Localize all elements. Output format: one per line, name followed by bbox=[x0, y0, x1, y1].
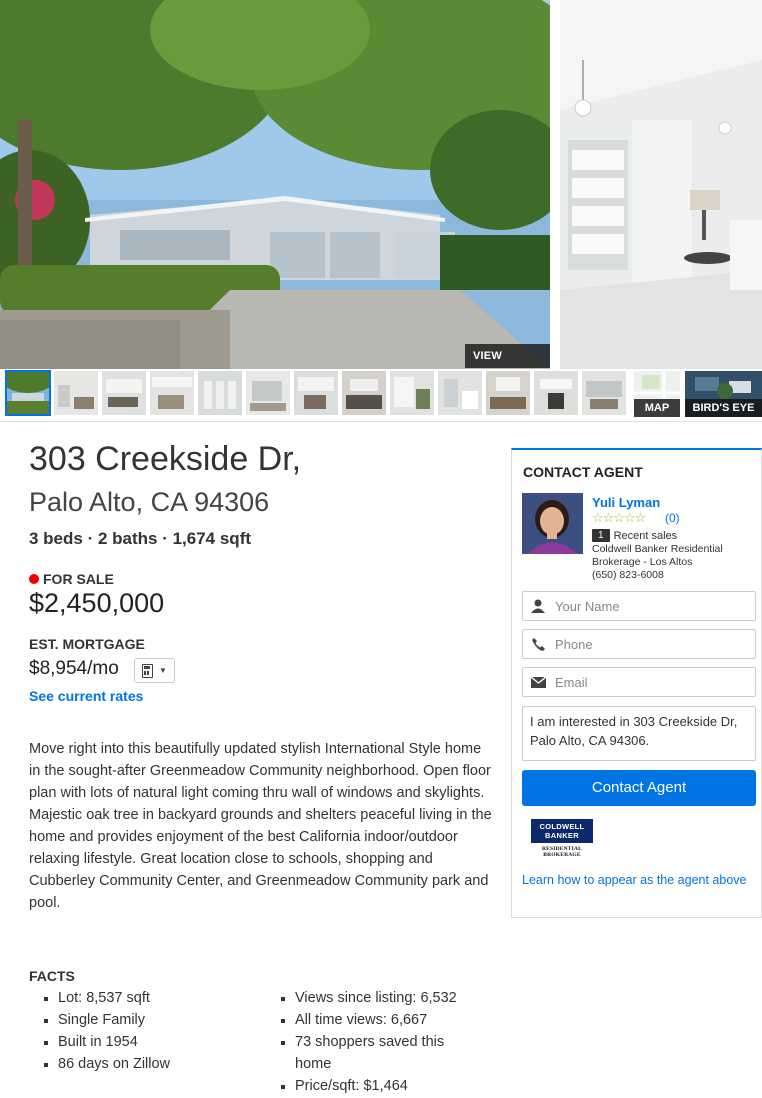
phone-input[interactable] bbox=[555, 636, 745, 652]
thumbnail-photo[interactable] bbox=[294, 371, 338, 415]
facts-list-left: Lot: 8,537 sqft Single Family Built in 1… bbox=[42, 987, 242, 1075]
thumbnail-photo[interactable] bbox=[150, 371, 194, 415]
view-larger-button[interactable]: VIEW LARGER bbox=[465, 344, 550, 368]
thumbnail-photo[interactable] bbox=[582, 371, 626, 415]
secondary-listing-photo[interactable]: › bbox=[560, 0, 762, 369]
main-listing-photo[interactable]: VIEW LARGER bbox=[0, 0, 550, 369]
thumbnail-strip: MAP BIRD'S EYE bbox=[0, 369, 762, 419]
agent-portrait-icon bbox=[522, 493, 583, 554]
fact-item: Views since listing: 6,532 bbox=[279, 987, 479, 1009]
birds-eye-tab[interactable]: BIRD'S EYE bbox=[685, 371, 762, 417]
thumbnail-photo[interactable] bbox=[102, 371, 146, 415]
thumbnail-photo[interactable] bbox=[342, 371, 386, 415]
interior-photo bbox=[560, 0, 762, 369]
house-exterior-photo bbox=[0, 0, 550, 369]
photo-gallery: VIEW LARGER › bbox=[0, 0, 762, 369]
recent-sales: 1 Recent sales bbox=[592, 529, 677, 542]
listing-price: $2,450,000 bbox=[29, 588, 165, 618]
agent-name-link[interactable]: Yuli Lyman bbox=[592, 495, 660, 510]
status-label: FOR SALE bbox=[43, 571, 114, 587]
phone-field[interactable] bbox=[522, 629, 756, 659]
thumbnail-photo[interactable] bbox=[486, 371, 530, 415]
logo-subtitle: RESIDENTIAL BROKERAGE bbox=[541, 846, 583, 858]
see-current-rates-link[interactable]: See current rates bbox=[29, 688, 143, 704]
map-tab[interactable]: MAP bbox=[634, 371, 680, 417]
thumbnail-photo[interactable] bbox=[5, 370, 51, 416]
mortgage-calculator-button[interactable]: ▼ bbox=[134, 658, 175, 683]
contact-agent-heading: CONTACT AGENT bbox=[523, 464, 643, 480]
contact-agent-panel: CONTACT AGENT Yuli Lyman ☆☆☆☆☆ (0) 1 Rec… bbox=[511, 448, 762, 918]
agent-brokerage-info: Coldwell Banker Residential Brokerage - … bbox=[592, 543, 752, 582]
thumbnail-photo[interactable] bbox=[534, 371, 578, 415]
fact-item: Lot: 8,537 sqft bbox=[42, 987, 242, 1009]
email-input[interactable] bbox=[555, 674, 745, 690]
email-field[interactable] bbox=[522, 667, 756, 697]
thumbnail-photo[interactable] bbox=[390, 371, 434, 415]
review-count-link[interactable]: (0) bbox=[665, 511, 680, 525]
phone-icon bbox=[530, 636, 546, 652]
thumbnail-photo[interactable] bbox=[54, 371, 98, 415]
learn-appear-as-agent-link[interactable]: Learn how to appear as the agent above bbox=[522, 871, 752, 890]
calculator-icon bbox=[142, 663, 154, 678]
coldwell-banker-logo: COLDWELL BANKER RESIDENTIAL BROKERAGE bbox=[531, 819, 593, 858]
street-address: 303 Creekside Dr, bbox=[29, 440, 302, 478]
fact-item: Single Family bbox=[42, 1009, 242, 1031]
status-badge: FOR SALE bbox=[29, 571, 114, 587]
user-icon bbox=[530, 598, 546, 614]
logo-line-2: BANKER bbox=[545, 831, 579, 840]
brokerage-name: Coldwell Banker Residential Brokerage - … bbox=[592, 543, 723, 568]
fact-item: All time views: 6,667 bbox=[279, 1009, 479, 1031]
fact-item: Price/sqft: $1,464 bbox=[279, 1075, 479, 1097]
birds-eye-label: BIRD'S EYE bbox=[685, 399, 762, 417]
message-textarea[interactable]: I am interested in 303 Creekside Dr, Pal… bbox=[522, 706, 756, 761]
recent-sales-count: 1 bbox=[592, 529, 610, 542]
mortgage-label: EST. MORTGAGE bbox=[29, 636, 145, 652]
fact-item: 73 shoppers saved this home bbox=[279, 1031, 479, 1075]
logo-line-1: COLDWELL bbox=[539, 822, 585, 831]
name-field[interactable] bbox=[522, 591, 756, 621]
mortgage-value: $8,954/mo bbox=[29, 658, 119, 679]
contact-agent-button[interactable]: Contact Agent bbox=[522, 770, 756, 806]
thumbnail-photo[interactable] bbox=[198, 371, 242, 415]
thumbnail-photo[interactable] bbox=[246, 371, 290, 415]
facts-heading: FACTS bbox=[29, 968, 75, 984]
agent-avatar[interactable] bbox=[522, 493, 583, 554]
status-dot-icon bbox=[29, 574, 39, 584]
envelope-icon bbox=[530, 674, 546, 690]
fact-item: 86 days on Zillow bbox=[42, 1053, 242, 1075]
rating-stars-icon: ☆☆☆☆☆ bbox=[592, 511, 646, 526]
agent-phone: (650) 823-6008 bbox=[592, 569, 664, 581]
section-divider bbox=[0, 421, 762, 422]
thumbnail-photo[interactable] bbox=[438, 371, 482, 415]
chevron-down-icon: ▼ bbox=[159, 666, 167, 675]
listing-description: Move right into this beautifully updated… bbox=[29, 741, 492, 911]
name-input[interactable] bbox=[555, 598, 745, 614]
fact-item: Built in 1954 bbox=[42, 1031, 242, 1053]
map-label: MAP bbox=[634, 399, 680, 417]
bed-bath-sqft: 3 beds · 2 baths · 1,674 sqft bbox=[29, 529, 252, 548]
city-state-zip: Palo Alto, CA 94306 bbox=[29, 487, 270, 517]
facts-list-right: Views since listing: 6,532 All time view… bbox=[279, 987, 479, 1097]
recent-sales-label: Recent sales bbox=[613, 529, 678, 542]
